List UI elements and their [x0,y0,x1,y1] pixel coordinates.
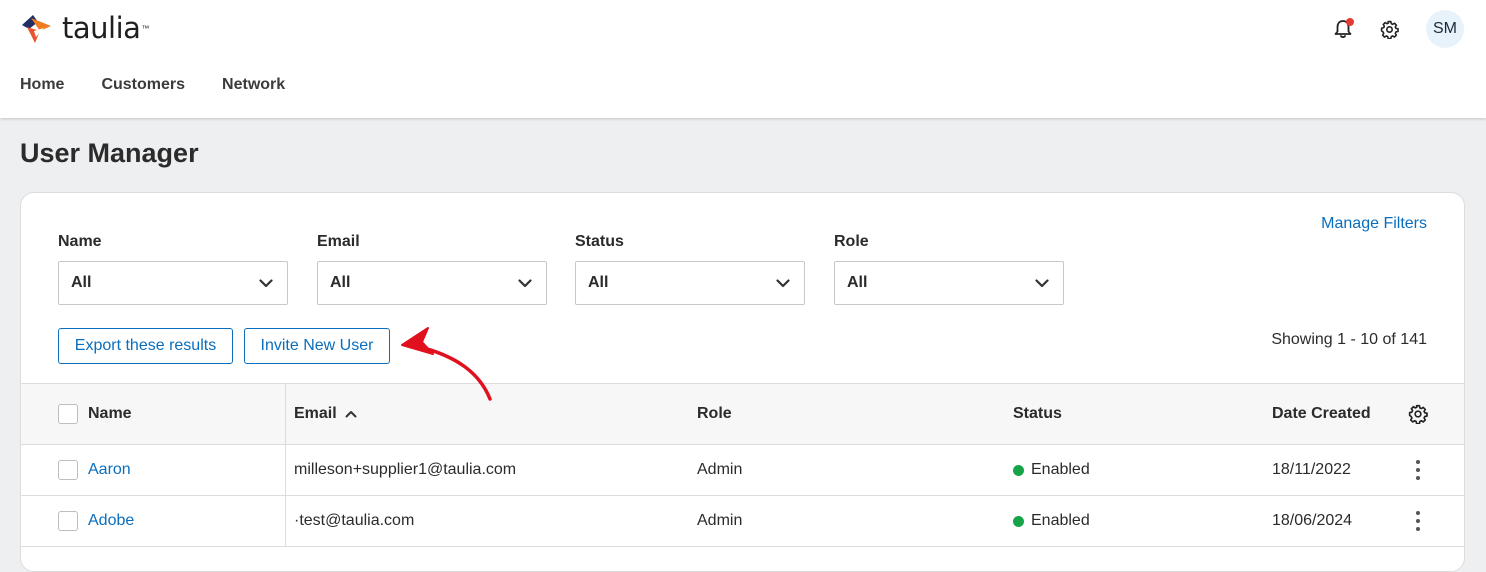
annotation-arrow-icon [401,327,492,401]
cell-role: Admin [697,461,743,478]
select-all-checkbox[interactable] [58,404,78,424]
filter-name-value: All [71,274,92,291]
chevron-down-icon [776,278,790,287]
row-checkbox[interactable] [58,460,78,480]
nav-item-network[interactable]: Network [222,76,285,94]
column-header-status[interactable]: Status [1013,384,1062,444]
filter-status-value: All [588,274,609,291]
sort-ascending-icon [345,410,357,418]
manage-filters-link[interactable]: Manage Filters [1321,215,1427,233]
column-header-role[interactable]: Role [697,384,732,444]
filter-email: Email All [317,233,547,305]
filter-role-value: All [847,274,868,291]
chevron-down-icon [259,278,273,287]
column-email-label: Email [294,405,337,422]
page-title: User Manager [20,138,199,168]
table-header: Name Email Role Status Date Created [21,383,1464,445]
column-settings-gear-icon[interactable] [1403,384,1433,444]
row-actions-kebab-icon[interactable] [1403,445,1433,495]
filter-status-label: Status [575,233,624,250]
user-manager-card: Manage Filters Name All Email All Status… [20,192,1465,572]
cell-name: Adobe [21,496,286,546]
cell-email: milleson+supplier1@taulia.com [294,461,517,478]
notification-dot [1346,18,1354,26]
user-name-link[interactable]: Adobe [88,512,134,530]
top-header: taulia ™ SM Home Customers Network [0,0,1486,118]
status-label: Enabled [1031,512,1090,529]
results-count: Showing 1 - 10 of 141 [1271,331,1427,348]
taulia-logo[interactable]: taulia ™ [18,10,149,46]
table-row: Aaron milleson+supplier1@taulia.com Admi… [21,445,1464,496]
cell-status: Enabled [1013,445,1090,495]
column-header-name: Name [21,384,286,444]
filter-status: Status All [575,233,805,305]
chevron-down-icon [518,278,532,287]
column-header-date-created[interactable]: Date Created [1272,384,1371,444]
status-enabled-dot [1013,464,1024,476]
row-actions-kebab-icon[interactable] [1403,496,1433,546]
brand-name: taulia [62,11,141,45]
taulia-logo-icon [22,15,51,43]
status-enabled-dot [1013,515,1024,527]
nav-item-customers[interactable]: Customers [101,76,185,94]
table-row: Adobe ·test@taulia.com Admin Enabled 18/… [21,496,1464,547]
filter-email-label: Email [317,233,360,250]
export-results-button[interactable]: Export these results [58,328,233,364]
user-avatar[interactable]: SM [1426,10,1464,48]
filter-role-select[interactable]: All [834,261,1064,305]
header-actions: SM [1332,10,1464,48]
settings-gear-icon[interactable] [1378,18,1400,40]
nav-item-home[interactable]: Home [20,76,64,94]
filter-name: Name All [58,233,288,305]
filter-email-value: All [330,274,351,291]
filter-name-label: Name [58,233,102,250]
cell-status: Enabled [1013,496,1090,546]
cell-date-created: 18/11/2022 [1272,461,1351,478]
cell-name: Aaron [21,445,286,495]
chevron-down-icon [1035,278,1049,287]
user-name-link[interactable]: Aaron [88,461,131,479]
filter-role: Role All [834,233,1064,305]
filter-name-select[interactable]: All [58,261,288,305]
cell-role: Admin [697,512,743,529]
row-checkbox[interactable] [58,511,78,531]
users-table: Name Email Role Status Date Created Aaro… [21,383,1464,547]
cell-date-created: 18/06/2024 [1272,512,1353,529]
filter-status-select[interactable]: All [575,261,805,305]
invite-new-user-button[interactable]: Invite New User [244,328,390,364]
brand-trademark: ™ [141,23,150,33]
filter-role-label: Role [834,233,869,250]
status-label: Enabled [1031,461,1090,478]
filter-email-select[interactable]: All [317,261,547,305]
column-name-label: Name [88,405,132,422]
main-nav: Home Customers Network [20,76,322,94]
cell-email: ·test@taulia.com [294,512,415,529]
notifications-bell-icon[interactable] [1332,18,1354,40]
column-header-email[interactable]: Email [294,384,357,444]
